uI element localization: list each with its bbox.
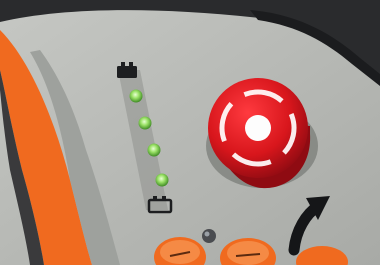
indicator-light (202, 229, 216, 243)
emergency-stop-icon (208, 78, 308, 178)
indicator-light-glint (204, 231, 210, 237)
battery-led-4 (129, 89, 143, 103)
battery-led-3 (138, 116, 152, 130)
battery-led-1 (155, 173, 169, 187)
battery-led-2 (147, 143, 161, 157)
control-panel-photo (0, 0, 380, 265)
